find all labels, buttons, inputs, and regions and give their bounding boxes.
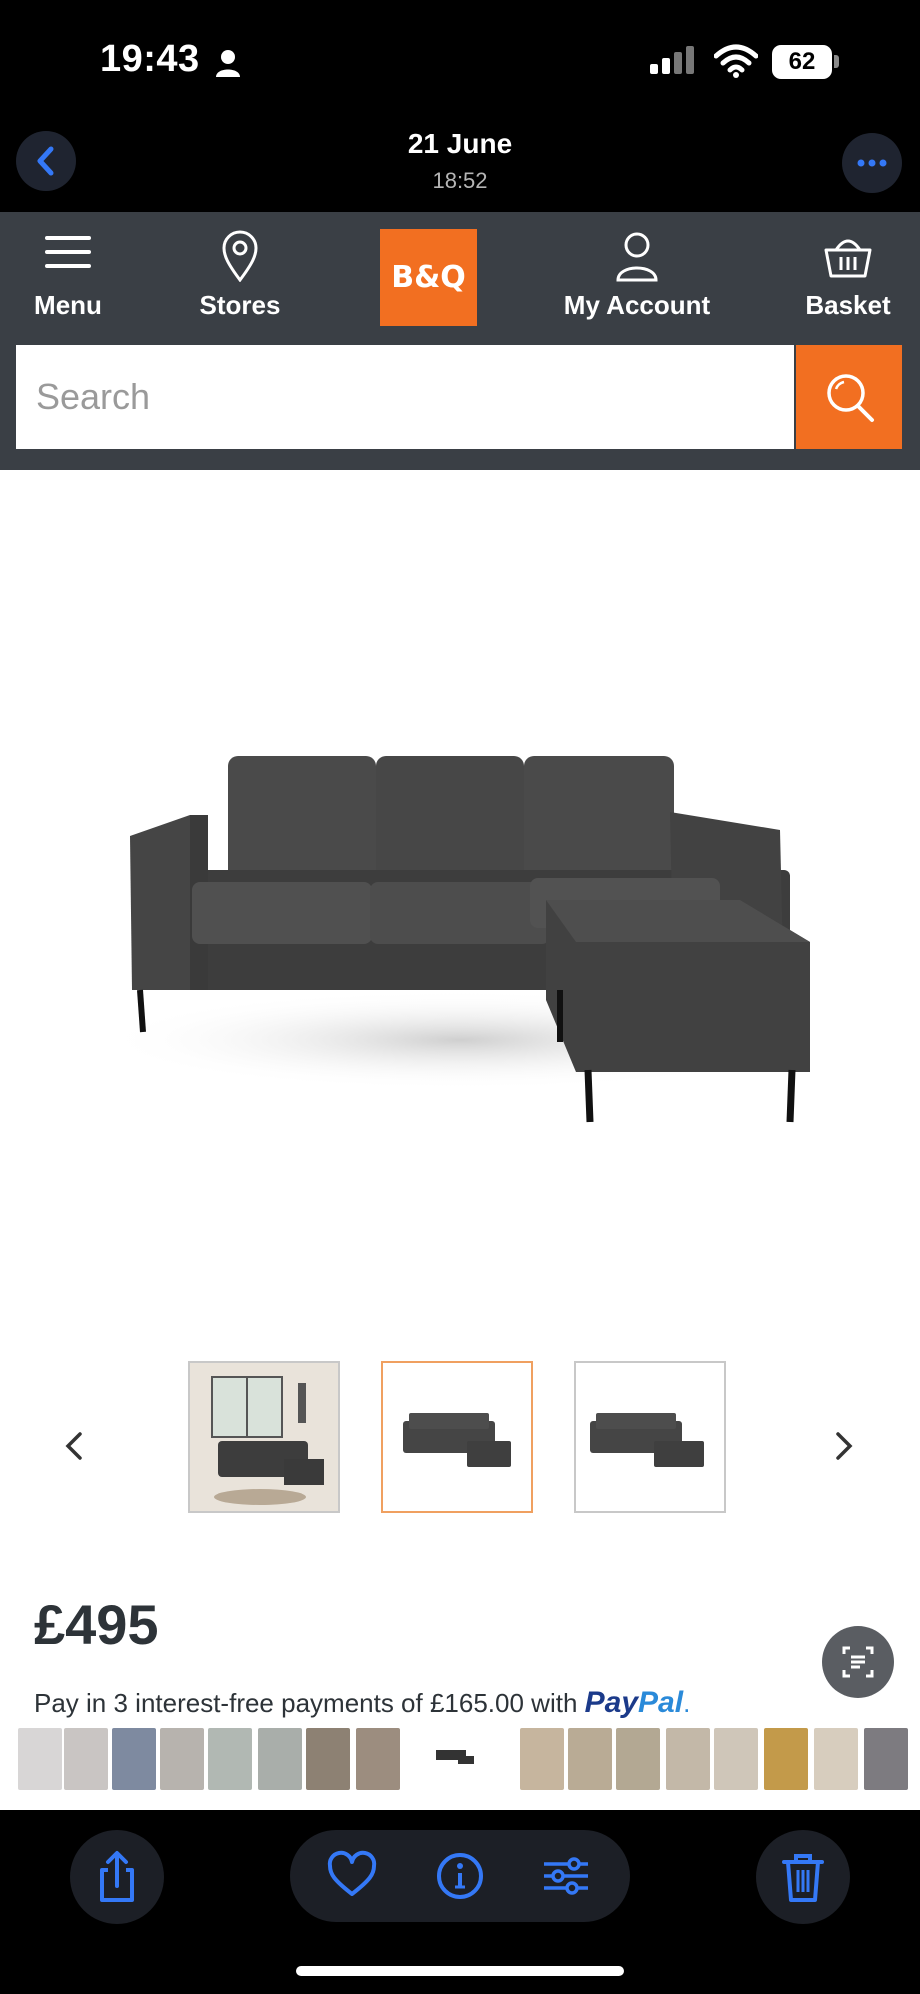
thumbnail-sofa-selected[interactable] <box>381 1361 533 1513</box>
battery-indicator: 62 <box>772 45 832 79</box>
edit-button[interactable] <box>536 1846 596 1906</box>
filmstrip-photo[interactable] <box>258 1728 302 1790</box>
filmstrip-photo[interactable] <box>864 1728 908 1790</box>
filmstrip-photo[interactable] <box>616 1728 660 1790</box>
stores-label: Stores <box>199 290 281 320</box>
info-icon <box>437 1853 483 1899</box>
filmstrip-photo[interactable] <box>306 1728 350 1790</box>
filmstrip-photo-current[interactable] <box>428 1728 484 1790</box>
filmstrip-photo[interactable] <box>714 1728 758 1790</box>
my-account-label: My Account <box>563 290 711 320</box>
info-button[interactable] <box>430 1846 490 1906</box>
filmstrip-photo[interactable] <box>112 1728 156 1790</box>
thumbnail-image <box>383 1363 531 1511</box>
basket-icon <box>824 239 872 278</box>
my-account-button[interactable]: My Account <box>552 212 722 344</box>
wifi-icon <box>714 44 758 78</box>
search-input[interactable] <box>16 345 794 449</box>
status-time: 19:43 <box>100 38 200 80</box>
back-button[interactable] <box>16 131 76 191</box>
chevron-left-icon <box>37 146 54 176</box>
person-icon <box>216 50 240 77</box>
basket-button[interactable]: Basket <box>796 212 900 344</box>
filmstrip-photo[interactable] <box>64 1728 108 1790</box>
signal-icon <box>650 46 698 74</box>
share-icon <box>100 1851 134 1902</box>
filmstrip-photo[interactable] <box>208 1728 252 1790</box>
bq-logo[interactable]: B&Q <box>380 229 477 326</box>
more-button[interactable] <box>842 133 902 193</box>
user-icon <box>616 232 658 282</box>
trash-icon <box>782 1854 824 1902</box>
thumbnail-image <box>436 1750 474 1764</box>
live-text-button[interactable] <box>822 1626 894 1698</box>
chevron-right-icon <box>836 1432 853 1460</box>
filmstrip-photo[interactable] <box>160 1728 204 1790</box>
location-pin-icon <box>222 230 258 283</box>
delete-button[interactable] <box>756 1830 850 1924</box>
menu-button[interactable]: Menu <box>18 212 118 344</box>
hamburger-icon <box>45 236 91 268</box>
product-image[interactable] <box>40 480 880 1320</box>
paypal-logo: PayPal <box>584 1686 684 1719</box>
paypal-text: Pay in 3 interest-free payments of £165.… <box>34 1688 578 1718</box>
product-price: £495 <box>34 1593 159 1656</box>
filmstrip-photo[interactable] <box>764 1728 808 1790</box>
chevron-left-icon <box>65 1432 82 1460</box>
thumbnail-sofa-alt[interactable] <box>574 1361 726 1513</box>
share-button[interactable] <box>70 1830 164 1924</box>
search-icon <box>827 374 874 422</box>
photo-date: 21 June <box>407 128 513 159</box>
battery-tip <box>834 55 839 68</box>
search-button[interactable] <box>796 345 902 449</box>
filmstrip-photo[interactable] <box>520 1728 564 1790</box>
menu-label: Menu <box>34 290 102 320</box>
filmstrip-photo[interactable] <box>18 1728 62 1790</box>
favorite-button[interactable] <box>322 1846 382 1906</box>
sliders-icon <box>544 1857 588 1895</box>
photo-time: 18:52 <box>432 168 488 193</box>
scan-text-icon <box>842 1646 874 1678</box>
carousel-next-button[interactable] <box>826 1420 862 1472</box>
filmstrip-photo[interactable] <box>356 1728 400 1790</box>
home-indicator[interactable] <box>296 1966 624 1976</box>
thumbnail-room-scene[interactable] <box>188 1361 340 1513</box>
heart-icon <box>327 1850 377 1896</box>
carousel-prev-button[interactable] <box>56 1420 92 1472</box>
more-icon <box>857 159 887 167</box>
stores-button[interactable]: Stores <box>180 212 300 344</box>
paypal-payment-info: Pay in 3 interest-free payments of £165.… <box>34 1686 691 1719</box>
thumbnail-image <box>190 1363 338 1511</box>
filmstrip-photo[interactable] <box>568 1728 612 1790</box>
filmstrip-photo[interactable] <box>666 1728 710 1790</box>
basket-label: Basket <box>805 290 891 320</box>
thumbnail-image <box>576 1363 724 1511</box>
filmstrip-photo[interactable] <box>814 1728 858 1790</box>
